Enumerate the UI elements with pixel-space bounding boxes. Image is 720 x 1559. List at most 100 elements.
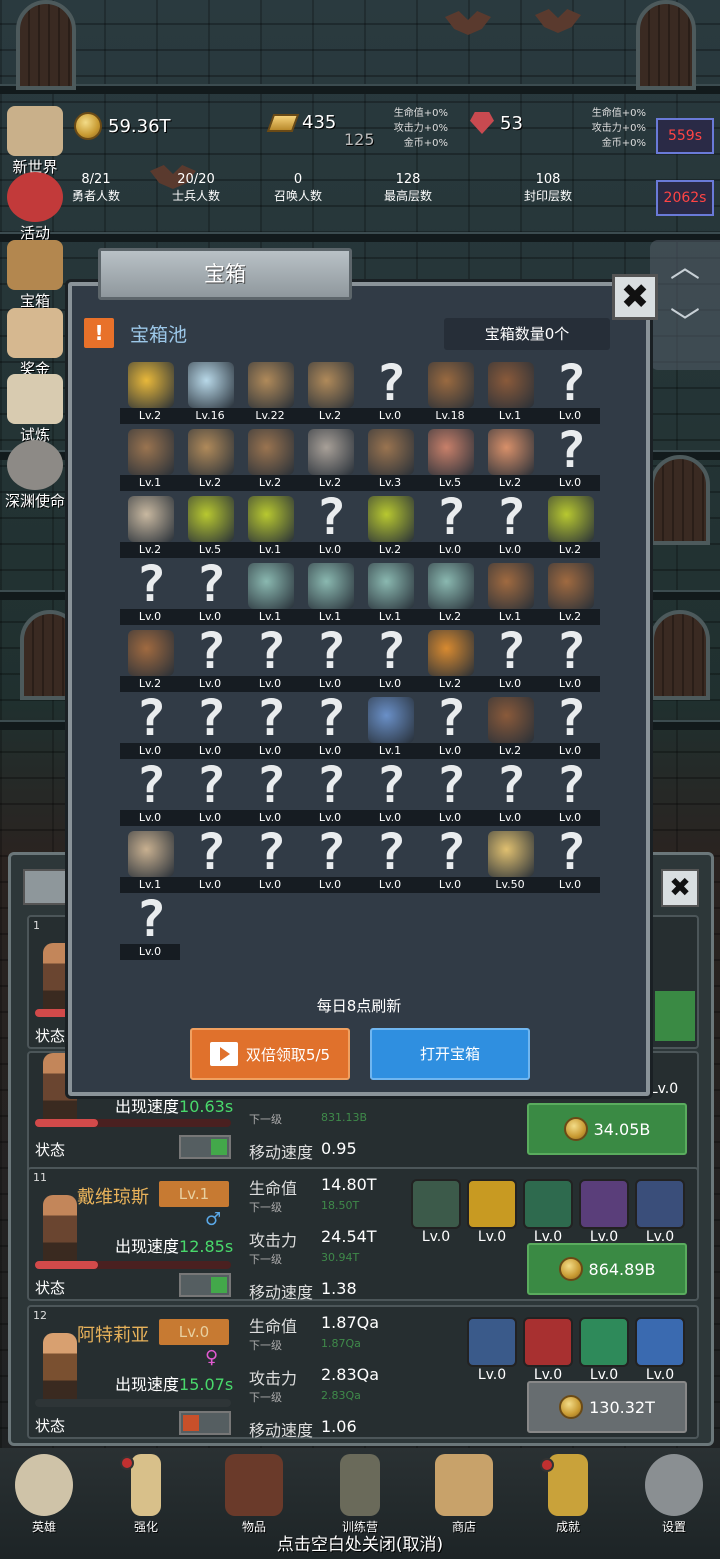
chest-item-helmet[interactable]: Lv.2 (240, 427, 300, 493)
chest-item-diamond[interactable]: Lv.16 (180, 360, 240, 426)
nav-items[interactable]: 物品 (214, 1454, 294, 1535)
chest-item-bow[interactable]: Lv.1 (120, 829, 180, 895)
chest-item-sword[interactable]: Lv.22 (240, 360, 300, 426)
chest-item-bottle[interactable]: Lv.1 (240, 561, 300, 627)
modal-close-button[interactable]: ✖ (612, 274, 658, 320)
chevron-up-icon[interactable]: ︿ (650, 240, 720, 296)
state-toggle[interactable] (179, 1273, 231, 1297)
chest-item-unknown[interactable]: ? Lv.0 (240, 624, 300, 694)
chest-item-boot[interactable]: Lv.1 (480, 561, 540, 627)
chest-item-unknown[interactable]: ? Lv.0 (300, 624, 360, 694)
chest-item-potion[interactable]: Lv.2 (360, 494, 420, 560)
side-abyss[interactable]: 深渊使命 (0, 440, 70, 511)
chest-item-potion[interactable]: Lv.5 (180, 494, 240, 560)
event-timer-1[interactable]: 559s (656, 118, 714, 154)
chest-item-backpack[interactable]: Lv.2 (480, 695, 540, 761)
blade-skill-icon[interactable] (467, 1179, 517, 1229)
chest-item-bottle[interactable]: Lv.1 (360, 561, 420, 627)
chest-item-potion[interactable]: Lv.1 (240, 494, 300, 560)
hero-card-11[interactable]: 11 戴维琼斯 Lv.1 ♂ 出现速度12.85s 状态 生命值 14.80T 下… (27, 1167, 699, 1302)
slash-skill-icon[interactable] (523, 1317, 573, 1367)
chest-item-unknown[interactable]: ? Lv.0 (540, 356, 600, 426)
chest-item-bottle[interactable]: Lv.1 (300, 561, 360, 627)
heal-heart-skill-icon[interactable] (635, 1317, 685, 1367)
chest-item-unknown[interactable]: ? Lv.0 (180, 825, 240, 895)
chest-item-staff[interactable]: Lv.1 (360, 695, 420, 761)
shield-skill-icon[interactable] (467, 1317, 517, 1367)
chest-item-unknown[interactable]: ? Lv.0 (360, 758, 420, 828)
chest-item-unknown[interactable]: ? Lv.0 (300, 758, 360, 828)
chest-item-bowl[interactable]: Lv.2 (120, 494, 180, 560)
chest-item-helmet[interactable]: Lv.1 (120, 427, 180, 493)
chest-item-crown[interactable]: Lv.2 (120, 360, 180, 426)
chest-item-unknown[interactable]: ? Lv.0 (180, 758, 240, 828)
side-trial[interactable]: 试炼 (0, 374, 70, 445)
upgrade-button[interactable]: 34.05B (527, 1103, 687, 1155)
double-claim-button[interactable]: 双倍领取5/5 (190, 1028, 350, 1080)
chest-item-unknown[interactable]: ? Lv.0 (480, 624, 540, 694)
chest-item-unknown[interactable]: ? Lv.0 (420, 490, 480, 560)
nav-training[interactable]: 训练营 (320, 1454, 400, 1535)
chest-item-armor[interactable]: Lv.18 (420, 360, 480, 426)
chest-item-unknown[interactable]: ? Lv.0 (300, 825, 360, 895)
panel-close-button[interactable]: ✖ (661, 869, 699, 907)
chest-item-unknown[interactable]: ? Lv.0 (420, 691, 480, 761)
side-chest[interactable]: 宝箱 (0, 240, 70, 311)
chest-item-unknown[interactable]: ? Lv.0 (540, 758, 600, 828)
nav-hero[interactable]: 英雄 (4, 1454, 84, 1535)
chest-item-unknown[interactable]: ? Lv.0 (420, 758, 480, 828)
event-timer-2[interactable]: 2062s (656, 180, 714, 216)
side-activity[interactable]: 活动 (0, 172, 70, 243)
chest-item-unknown[interactable]: ? Lv.0 (360, 825, 420, 895)
chest-item-steak[interactable]: Lv.2 (480, 427, 540, 493)
chest-item-unknown[interactable]: ? Lv.0 (120, 557, 180, 627)
chest-item-potion[interactable]: Lv.2 (540, 494, 600, 560)
hero-card-12[interactable]: 12 阿特莉亚 Lv.0 ♀ 出现速度15.07s 状态 生命值 1.87Qa 下… (27, 1305, 699, 1440)
chest-item-unknown[interactable]: ? Lv.0 (540, 825, 600, 895)
chest-item-backpack[interactable]: Lv.1 (480, 360, 540, 426)
chest-item-unknown[interactable]: ? Lv.0 (300, 691, 360, 761)
arrow-skill-icon[interactable] (579, 1317, 629, 1367)
chest-item-sword[interactable]: Lv.2 (300, 360, 360, 426)
chest-item-unknown[interactable]: ? Lv.0 (120, 758, 180, 828)
upgrade-button[interactable]: 864.89B (527, 1243, 687, 1295)
chest-item-unknown[interactable]: ? Lv.0 (540, 691, 600, 761)
chest-item-unknown[interactable]: ? Lv.0 (120, 892, 180, 962)
claw-skill-icon[interactable] (579, 1179, 629, 1229)
chevron-down-icon[interactable]: ﹀ (650, 296, 720, 352)
chest-item-bottle[interactable]: Lv.2 (420, 561, 480, 627)
chest-item-unknown[interactable]: ? Lv.0 (360, 624, 420, 694)
chest-item-boot[interactable]: Lv.2 (120, 628, 180, 694)
chest-item-unknown[interactable]: ? Lv.0 (240, 825, 300, 895)
chest-item-unknown[interactable]: ? Lv.0 (540, 624, 600, 694)
chest-item-hammer[interactable]: Lv.2 (300, 427, 360, 493)
chest-item-helmet[interactable]: Lv.3 (360, 427, 420, 493)
state-toggle[interactable] (179, 1135, 231, 1159)
side-new-world[interactable]: 新世界 (0, 106, 70, 177)
buy-button-partial[interactable] (655, 991, 695, 1041)
beast-skill-icon[interactable] (635, 1179, 685, 1229)
chest-item-unknown[interactable]: ? Lv.0 (480, 490, 540, 560)
floor-scroll[interactable]: ︿ ﹀ (650, 240, 720, 370)
nav-settings[interactable]: 设置 (634, 1454, 714, 1535)
chest-item-dagger[interactable]: Lv.2 (180, 427, 240, 493)
chest-item-unknown[interactable]: ? Lv.0 (180, 557, 240, 627)
chest-item-unknown[interactable]: ? Lv.0 (300, 490, 360, 560)
skull-shield-skill-icon[interactable] (411, 1179, 461, 1229)
boot-skill-icon[interactable] (523, 1179, 573, 1229)
side-bonus[interactable]: 奖金 (0, 308, 70, 379)
chest-item-unknown[interactable]: ? Lv.0 (240, 758, 300, 828)
chest-item-unknown[interactable]: ? Lv.0 (180, 691, 240, 761)
chest-item-unknown[interactable]: ? Lv.0 (420, 825, 480, 895)
chest-item-torch[interactable]: Lv.2 (420, 628, 480, 694)
chest-item-beer[interactable]: Lv.50 (480, 829, 540, 895)
chest-item-unknown[interactable]: ? Lv.0 (360, 356, 420, 426)
open-chest-button[interactable]: 打开宝箱 (370, 1028, 530, 1080)
chest-item-unknown[interactable]: ? Lv.0 (540, 423, 600, 493)
chest-item-unknown[interactable]: ? Lv.0 (120, 691, 180, 761)
chest-item-unknown[interactable]: ? Lv.0 (180, 624, 240, 694)
chest-item-meat[interactable]: Lv.5 (420, 427, 480, 493)
nav-shop[interactable]: 商店 (424, 1454, 504, 1535)
upgrade-button[interactable]: 130.32T (527, 1381, 687, 1433)
chest-item-unknown[interactable]: ? Lv.0 (480, 758, 540, 828)
